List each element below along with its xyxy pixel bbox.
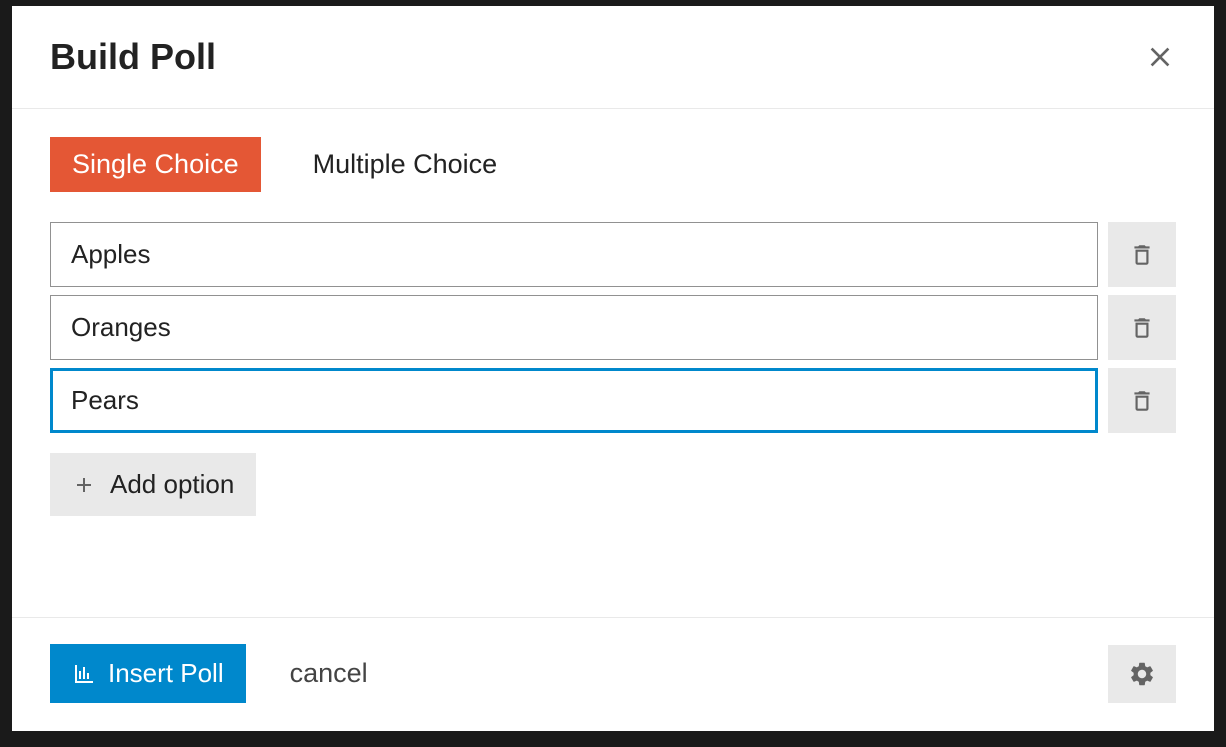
tab-multiple-choice[interactable]: Multiple Choice bbox=[291, 137, 520, 192]
settings-button[interactable] bbox=[1108, 645, 1176, 703]
delete-option-button[interactable] bbox=[1108, 295, 1176, 360]
modal-title: Build Poll bbox=[50, 36, 216, 78]
option-row bbox=[50, 222, 1176, 287]
cancel-link[interactable]: cancel bbox=[290, 658, 368, 689]
delete-option-button[interactable] bbox=[1108, 222, 1176, 287]
option-row bbox=[50, 295, 1176, 360]
add-option-label: Add option bbox=[110, 469, 234, 500]
plus-icon bbox=[72, 473, 96, 497]
poll-type-tabs: Single Choice Multiple Choice bbox=[50, 137, 1176, 192]
build-poll-modal: Build Poll Single Choice Multiple Choice bbox=[12, 6, 1214, 731]
options-list bbox=[50, 222, 1176, 433]
delete-option-button[interactable] bbox=[1108, 368, 1176, 433]
option-input-3[interactable] bbox=[50, 368, 1098, 433]
trash-icon bbox=[1129, 242, 1155, 268]
modal-body: Single Choice Multiple Choice bbox=[12, 109, 1214, 617]
trash-icon bbox=[1129, 388, 1155, 414]
gear-icon bbox=[1128, 660, 1156, 688]
close-icon bbox=[1144, 41, 1176, 73]
option-row bbox=[50, 368, 1176, 433]
modal-footer: Insert Poll cancel bbox=[12, 617, 1214, 731]
modal-header: Build Poll bbox=[12, 6, 1214, 109]
option-input-2[interactable] bbox=[50, 295, 1098, 360]
add-option-button[interactable]: Add option bbox=[50, 453, 256, 516]
bar-chart-icon bbox=[72, 662, 96, 686]
insert-poll-button[interactable]: Insert Poll bbox=[50, 644, 246, 703]
tab-single-choice[interactable]: Single Choice bbox=[50, 137, 261, 192]
close-button[interactable] bbox=[1144, 41, 1176, 73]
option-input-1[interactable] bbox=[50, 222, 1098, 287]
insert-poll-label: Insert Poll bbox=[108, 658, 224, 689]
trash-icon bbox=[1129, 315, 1155, 341]
